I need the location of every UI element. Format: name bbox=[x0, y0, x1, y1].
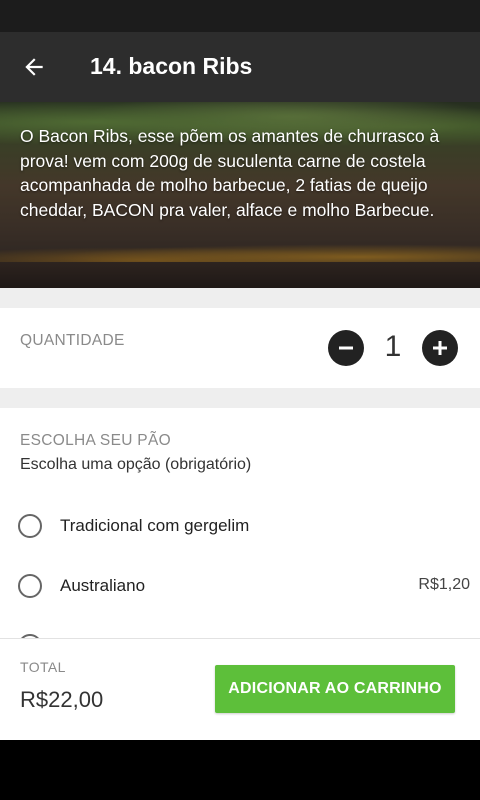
bread-section-title: ESCOLHA SEU PÃO bbox=[20, 432, 171, 449]
navigation-bar bbox=[0, 740, 480, 800]
quantity-value: 1 bbox=[384, 330, 402, 363]
option-label: Australiano bbox=[60, 576, 146, 595]
bread-options-card: ESCOLHA SEU PÃO Escolha uma opção (obrig… bbox=[0, 408, 480, 638]
section-divider bbox=[0, 388, 480, 408]
increase-quantity-button[interactable] bbox=[422, 330, 458, 366]
radio-button[interactable] bbox=[18, 574, 42, 598]
arrow-left-icon bbox=[25, 58, 43, 76]
product-hero: O Bacon Ribs, esse põem os amantes de ch… bbox=[0, 102, 480, 288]
page-title: 14. bacon Ribs bbox=[90, 53, 253, 79]
add-to-cart-button[interactable]: ADICIONAR AO CARRINHO bbox=[215, 665, 455, 713]
plus-circle-icon bbox=[433, 341, 447, 355]
status-bar bbox=[0, 0, 480, 32]
order-footer: TOTAL R$22,00 ADICIONAR AO CARRINHO bbox=[0, 638, 480, 740]
bread-option-partial[interactable] bbox=[0, 616, 480, 638]
bread-option-tradicional[interactable]: Tradicional com gergelim bbox=[0, 496, 480, 556]
back-button[interactable] bbox=[14, 47, 54, 87]
radio-button[interactable] bbox=[18, 514, 42, 538]
bread-section-subtitle: Escolha uma opção (obrigatório) bbox=[20, 456, 252, 473]
quantity-label: QUANTIDADE bbox=[20, 332, 125, 349]
total-value: R$22,00 bbox=[20, 687, 104, 712]
quantity-card: QUANTIDADE 1 bbox=[0, 308, 480, 388]
minus-circle-icon bbox=[339, 346, 353, 350]
decrease-quantity-button[interactable] bbox=[328, 330, 364, 366]
option-label: Tradicional com gergelim bbox=[60, 516, 250, 535]
option-price: R$1,20 bbox=[418, 576, 470, 593]
product-description: O Bacon Ribs, esse põem os amantes de ch… bbox=[20, 126, 440, 220]
bread-option-australiano[interactable]: Australiano R$1,20 bbox=[0, 556, 480, 616]
app-bar: 14. bacon Ribs bbox=[0, 32, 480, 102]
total-label: TOTAL bbox=[20, 659, 66, 675]
section-divider bbox=[0, 288, 480, 308]
